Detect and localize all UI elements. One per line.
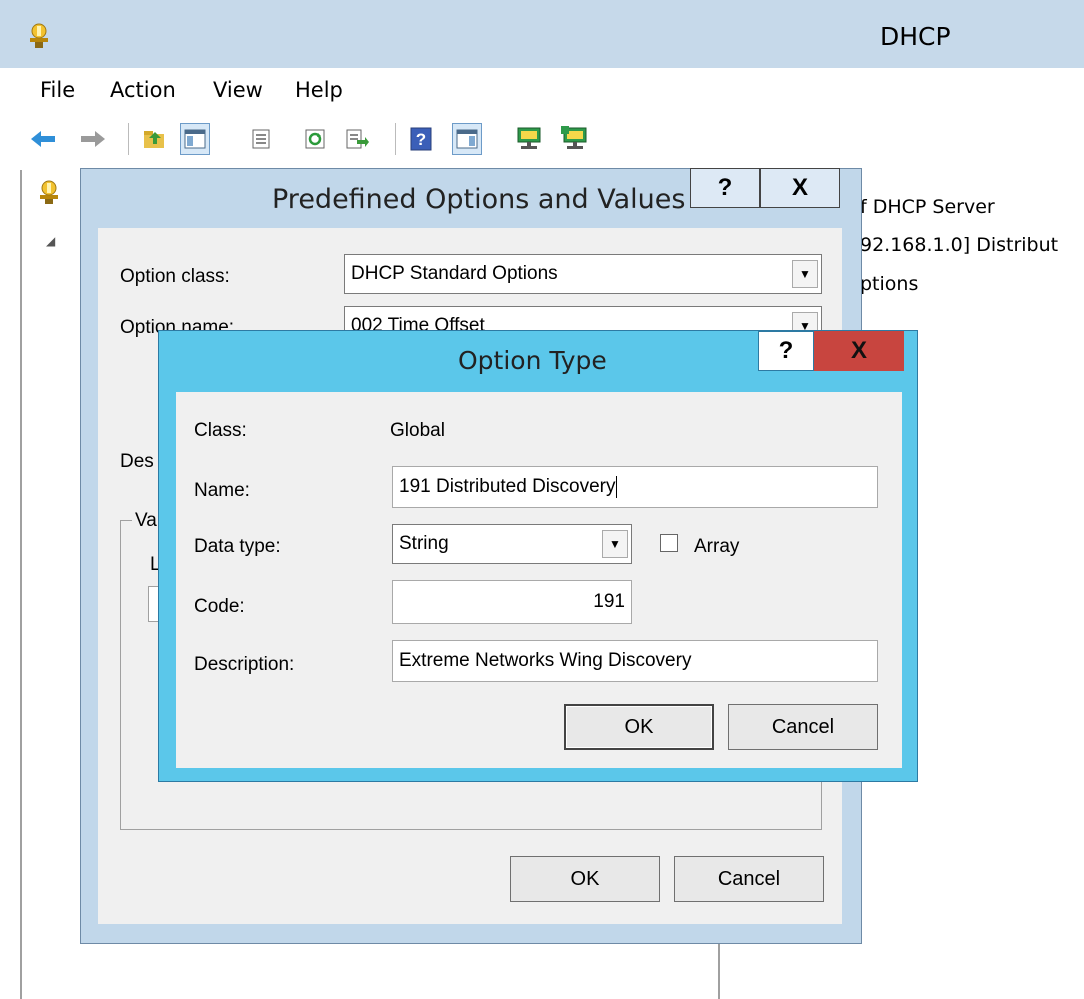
refresh-icon[interactable] [300,123,330,155]
option-type-close-button[interactable]: X [814,331,904,371]
export-list-icon[interactable] [342,123,372,155]
right-pane-line: 92.168.1.0] Distribut [860,234,1059,256]
description-input[interactable]: Extreme Networks Wing Discovery [392,640,878,682]
tree-expander-icon[interactable]: ◢ [46,234,55,248]
properties-icon[interactable] [246,123,276,155]
toolbar-separator [395,123,396,155]
code-label: Code: [194,596,245,617]
predefined-help-button[interactable]: ? [690,168,760,208]
server-add-icon[interactable] [560,123,590,155]
array-checkbox[interactable] [660,534,678,552]
menu-help[interactable]: Help [295,78,343,102]
array-label[interactable]: Array [694,536,739,558]
right-pane-line: ptions [860,273,919,295]
dhcp-app-icon [26,22,52,50]
option-type-cancel-button[interactable]: Cancel [728,704,878,750]
class-label: Class: [194,420,247,441]
option-class-label: Option class: [120,266,230,287]
dhcp-root-icon[interactable] [36,180,62,206]
menu-view[interactable]: View [213,78,263,102]
chevron-down-icon[interactable]: ▼ [602,530,628,558]
code-input-value: 191 [593,591,625,612]
predefined-ok-button[interactable]: OK [510,856,660,902]
option-type-help-button[interactable]: ? [758,331,814,371]
option-type-dialog-title: Option Type [458,346,607,375]
option-type-ok-button[interactable]: OK [564,704,714,750]
menu-action[interactable]: Action [110,78,176,102]
code-input[interactable]: 191 [392,580,632,624]
description-label: Description: [194,654,295,675]
show-hide-console-tree-icon[interactable] [180,123,210,155]
description-input-value: Extreme Networks Wing Discovery [399,650,692,671]
class-value: Global [390,420,445,441]
window-title: DHCP [880,22,951,51]
description-label-partial: Des [120,451,154,472]
data-type-label: Data type: [194,536,281,557]
back-icon[interactable] [28,123,58,155]
chevron-down-icon[interactable]: ▼ [792,260,818,288]
forward-icon[interactable] [78,123,108,155]
data-type-value: String [399,533,449,554]
predefined-close-button[interactable]: X [760,168,840,208]
name-input-value: 191 Distributed Discovery [399,476,616,497]
right-pane-line: f DHCP Server [860,196,995,218]
name-input[interactable]: 191 Distributed Discovery [392,466,878,508]
svg-text:?: ? [416,130,426,149]
server-icon[interactable] [514,123,544,155]
menu-file[interactable]: File [40,78,75,102]
help-icon[interactable]: ? [406,123,436,155]
option-class-select[interactable]: DHCP Standard Options ▼ [344,254,822,294]
predefined-cancel-button[interactable]: Cancel [674,856,824,902]
show-hide-action-pane-icon[interactable] [452,123,482,155]
name-label: Name: [194,480,250,501]
option-class-value: DHCP Standard Options [351,263,558,284]
predefined-dialog-title: Predefined Options and Values [272,184,686,215]
data-type-select[interactable]: String ▼ [392,524,632,564]
value-groupbox-label: Va [132,510,160,532]
text-caret [616,476,618,498]
up-folder-icon[interactable] [140,123,170,155]
toolbar-separator [128,123,129,155]
